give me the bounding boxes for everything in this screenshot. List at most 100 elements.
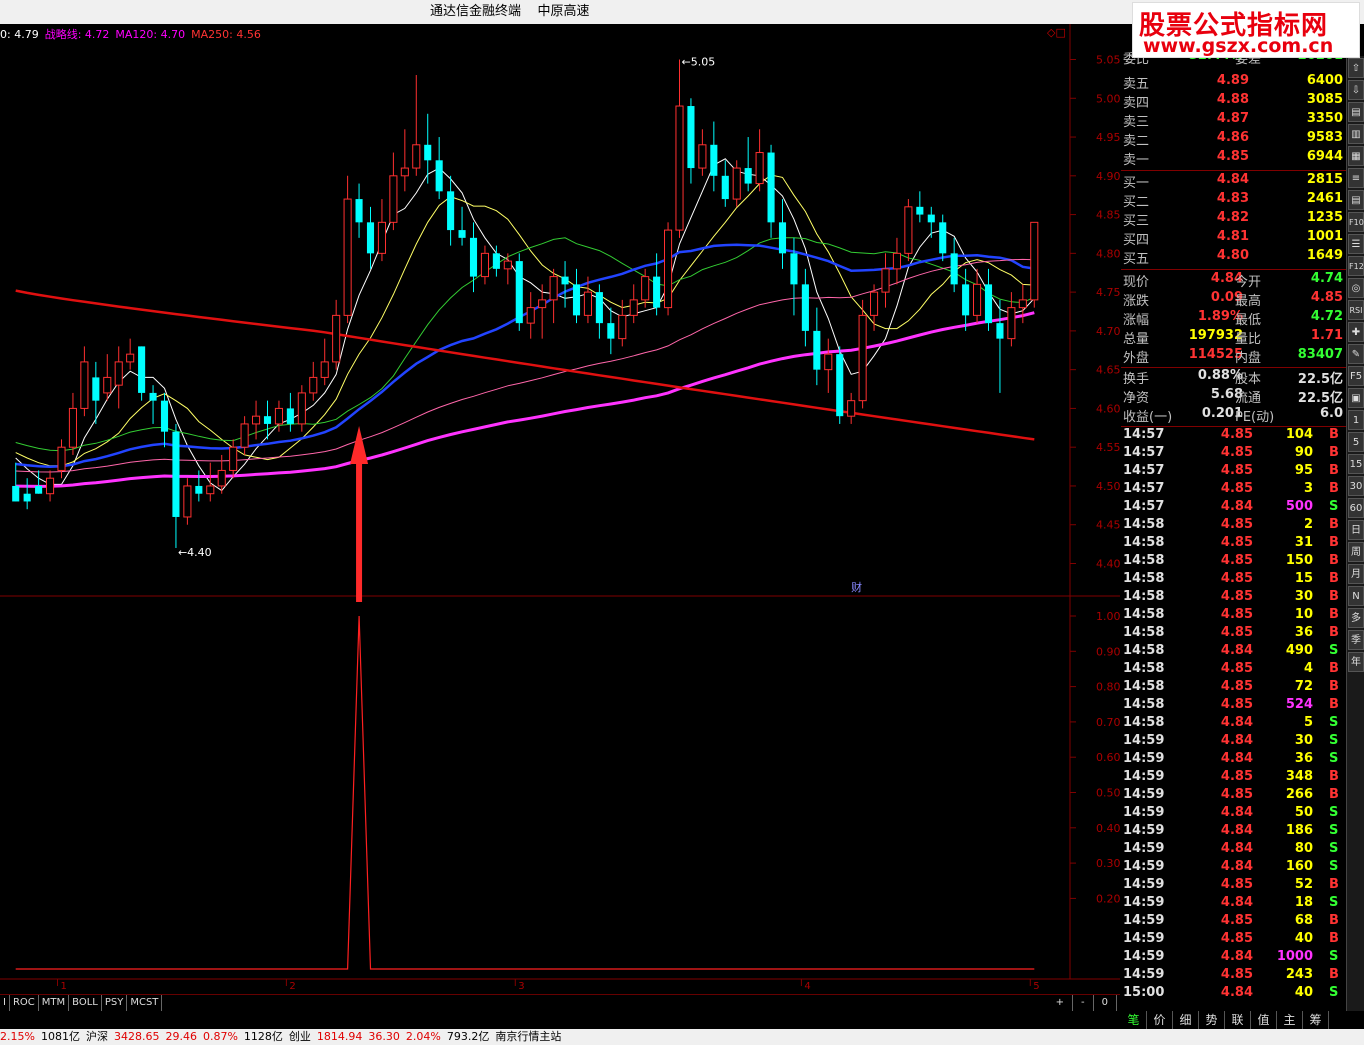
tick-row: 14:58 4.85 10 B xyxy=(1121,607,1346,625)
indicator-tab[interactable]: ROC xyxy=(10,995,39,1011)
zoom-button[interactable]: - xyxy=(1073,995,1094,1011)
ask-volume: 6400 xyxy=(1306,73,1343,88)
candle-body xyxy=(412,144,421,169)
toolbar-button[interactable]: 季 xyxy=(1348,630,1364,650)
zoom-button[interactable]: 0 xyxy=(1094,995,1117,1011)
status-item: 创业 xyxy=(288,1030,311,1043)
toolbar-button[interactable]: RSI xyxy=(1348,300,1364,320)
side-tab[interactable]: 细 xyxy=(1173,1011,1199,1029)
finance-marker[interactable]: 财 xyxy=(851,580,862,594)
ask-row: 卖四 4.88 3085 xyxy=(1121,92,1346,111)
candle-body xyxy=(366,222,375,254)
side-tab[interactable]: 笔 xyxy=(1121,1011,1147,1029)
tick-time: 14:59 xyxy=(1123,949,1165,964)
candle-body xyxy=(710,144,718,176)
tick-price: 4.84 xyxy=(1220,805,1253,820)
candle-body xyxy=(103,376,112,394)
stat-row: 外盘 114525 内盘 83407 xyxy=(1121,347,1346,366)
tick-side: B xyxy=(1329,607,1339,622)
side-tab[interactable]: 势 xyxy=(1199,1011,1225,1029)
candle-body xyxy=(343,198,352,316)
tick-side: B xyxy=(1329,877,1339,892)
tick-price: 4.85 xyxy=(1220,445,1253,460)
toolbar-button[interactable]: N xyxy=(1348,586,1364,606)
toolbar-button[interactable]: ▥ xyxy=(1348,124,1364,144)
toolbar-button[interactable]: F12 xyxy=(1348,256,1364,276)
candle-body xyxy=(355,199,363,223)
toolbar-button[interactable]: 15 xyxy=(1348,454,1364,474)
toolbar-button[interactable]: F5 xyxy=(1348,366,1364,386)
status-item: 沪深 xyxy=(85,1030,108,1043)
candle-body xyxy=(206,485,215,495)
tick-volume: 348 xyxy=(1285,769,1313,784)
toolbar-button[interactable]: ≡ xyxy=(1348,168,1364,188)
side-tab[interactable]: 值 xyxy=(1251,1011,1277,1029)
candle-body xyxy=(618,314,627,340)
toolbar-button[interactable]: 年 xyxy=(1348,652,1364,672)
toolbar-button[interactable]: ✚ xyxy=(1348,322,1364,342)
candle-body xyxy=(195,485,203,494)
candle-body xyxy=(538,299,547,309)
toolbar-button[interactable]: ◎ xyxy=(1348,278,1364,298)
tick-price: 4.84 xyxy=(1220,751,1253,766)
zoom-button[interactable]: + xyxy=(1048,995,1074,1011)
stat-row: 换手 0.88% 股本 22.5亿 xyxy=(1121,368,1346,387)
chart-corner-icon[interactable]: ◇□ xyxy=(1047,26,1066,39)
tick-row: 14:57 4.85 104 B xyxy=(1121,427,1346,445)
price-axis-label: 4.95 xyxy=(1096,131,1120,144)
status-item: 793.2亿 xyxy=(446,1030,490,1043)
candle-body xyxy=(778,222,787,254)
toolbar-button[interactable]: ▤ xyxy=(1348,102,1364,122)
price-axis-label: 4.50 xyxy=(1096,480,1120,493)
tick-side: B xyxy=(1329,967,1339,982)
toolbar-button[interactable]: ✎ xyxy=(1348,344,1364,364)
side-tab[interactable]: 价 xyxy=(1147,1011,1173,1029)
tick-price: 4.85 xyxy=(1220,679,1253,694)
toolbar-button[interactable]: ☰ xyxy=(1348,234,1364,254)
indicator-tab[interactable]: MTM xyxy=(39,995,70,1011)
indicator-tab[interactable]: I xyxy=(0,995,10,1011)
candle-body xyxy=(320,361,329,378)
candle-body xyxy=(183,485,192,518)
toolbar-button[interactable]: 周 xyxy=(1348,542,1364,562)
tick-time: 14:58 xyxy=(1123,571,1165,586)
tick-price: 4.84 xyxy=(1220,499,1253,514)
indicator-tab[interactable]: MCST xyxy=(127,995,163,1011)
toolbar-button[interactable]: ▦ xyxy=(1348,146,1364,166)
toolbar-button[interactable]: 月 xyxy=(1348,564,1364,584)
tick-price: 4.84 xyxy=(1220,895,1253,910)
toolbar-button[interactable]: ▤ xyxy=(1348,190,1364,210)
tick-row: 14:58 4.85 2 B xyxy=(1121,517,1346,535)
price-axis-label: 4.60 xyxy=(1096,402,1120,415)
bid-volume: 1649 xyxy=(1306,248,1343,263)
indicator-tab[interactable]: PSY xyxy=(102,995,128,1011)
ask-price: 4.89 xyxy=(1216,73,1249,88)
tick-side: B xyxy=(1329,481,1339,496)
toolbar-button[interactable]: F10 xyxy=(1348,212,1364,232)
tick-price: 4.84 xyxy=(1220,823,1253,838)
indicator-tab[interactable]: BOLL xyxy=(69,995,102,1011)
watermark-url: www.gszx.com.cn xyxy=(1143,35,1334,57)
indicator-axis-label: 0.50 xyxy=(1096,787,1120,800)
tick-row: 14:58 4.85 72 B xyxy=(1121,679,1346,697)
tick-time: 14:57 xyxy=(1123,463,1165,478)
bid-volume: 1001 xyxy=(1306,229,1343,244)
side-tab[interactable]: 筹 xyxy=(1303,1011,1329,1029)
toolbar-button[interactable]: ▣ xyxy=(1348,388,1364,408)
kline-chart[interactable]: ◇□ 5.05 5.00 4.95 4.90 4.85 4.80 4.75 4.70 4.65 4.… xyxy=(0,24,1120,994)
toolbar-button[interactable]: ⇧ xyxy=(1348,58,1364,78)
toolbar-button[interactable]: 多 xyxy=(1348,608,1364,628)
toolbar-button[interactable]: 60 xyxy=(1348,498,1364,518)
toolbar-button[interactable]: 1 xyxy=(1348,410,1364,430)
toolbar-button[interactable]: ⇩ xyxy=(1348,80,1364,100)
toolbar-button[interactable]: 日 xyxy=(1348,520,1364,540)
stat-label-2: 最低 xyxy=(1235,313,1262,328)
toolbar-button[interactable]: 5 xyxy=(1348,432,1364,452)
tick-time: 14:58 xyxy=(1123,589,1165,604)
price-axis-label: 4.45 xyxy=(1096,519,1120,532)
candle-body xyxy=(675,105,684,231)
toolbar-button[interactable]: 30 xyxy=(1348,476,1364,496)
side-tab[interactable]: 主 xyxy=(1277,1011,1303,1029)
side-tab[interactable]: 联 xyxy=(1225,1011,1251,1029)
candle-body xyxy=(549,276,558,301)
